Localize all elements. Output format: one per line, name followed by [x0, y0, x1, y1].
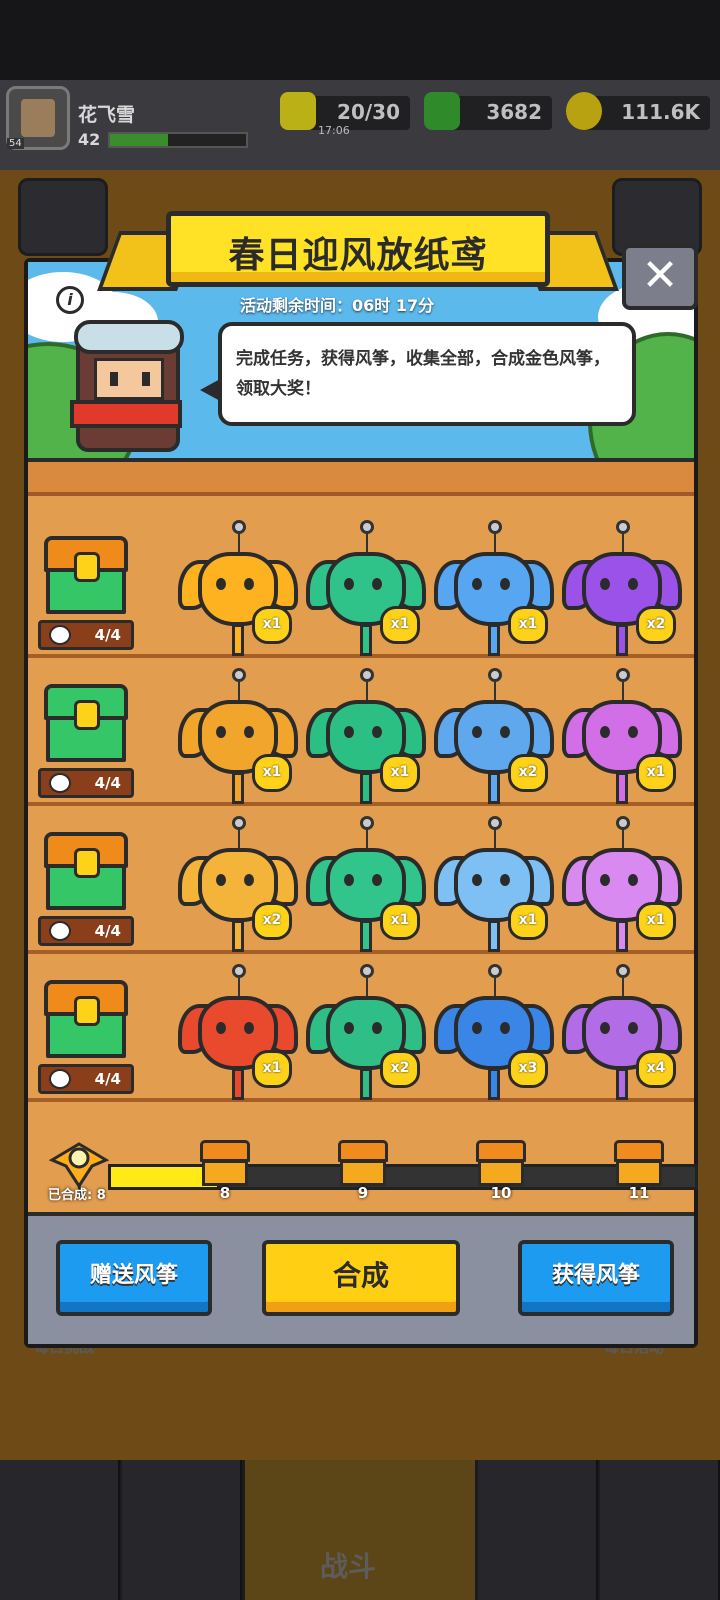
ladybug-kite[interactable]: x1	[306, 668, 426, 808]
kite-count-badge: x1	[508, 902, 548, 940]
reward-chest[interactable]	[44, 980, 128, 1064]
nav-shop[interactable]	[0, 1460, 120, 1600]
bird-kite[interactable]: x1	[178, 964, 298, 1104]
kite-count-badge: x1	[252, 606, 292, 644]
butterfly-kite[interactable]: x1	[434, 816, 554, 956]
ladybug-kite[interactable]: x1	[178, 668, 298, 808]
reward-chest[interactable]	[44, 536, 128, 620]
cat-kite[interactable]: x1	[434, 520, 554, 660]
kite-count-badge: x1	[380, 606, 420, 644]
lock-icon	[74, 996, 100, 1026]
ladybug-kite[interactable]: x2	[434, 668, 554, 808]
milestone-chest[interactable]: 8	[200, 1140, 250, 1202]
ladybug-kite-icon	[49, 773, 71, 793]
kite-row-cat: 4/4 x1 x1 x1 x2	[28, 510, 694, 658]
cat-kite[interactable]: x1	[178, 520, 298, 660]
kite-count-badge: x1	[252, 754, 292, 792]
milestone-number: 9	[357, 1184, 369, 1202]
kite-count-badge: x1	[636, 902, 676, 940]
butterfly-kite-icon	[49, 921, 71, 941]
lock-icon	[74, 552, 100, 582]
row-progress: 4/4	[38, 768, 134, 798]
kite-count-badge: x2	[636, 606, 676, 644]
kite-count-badge: x2	[252, 902, 292, 940]
energy-timer: 17:06	[318, 124, 350, 137]
merged-count: 已合成: 8	[48, 1188, 106, 1203]
cat-kite-icon	[49, 625, 71, 645]
obtain-kite-button[interactable]: 获得风筝	[518, 1240, 674, 1316]
butterfly-kite[interactable]: x1	[562, 816, 682, 956]
kite-count-badge: x2	[508, 754, 548, 792]
milestone-chest[interactable]: 11	[614, 1140, 664, 1202]
shelf	[28, 458, 694, 496]
green-gem-plus-icon	[424, 92, 460, 130]
bird-kite[interactable]: x4	[562, 964, 682, 1104]
nav-balls[interactable]	[478, 1460, 598, 1600]
kite-row-bird: 4/4 x1 x2 x3 x4	[28, 954, 694, 1102]
player-avatar[interactable]: 54	[6, 86, 70, 150]
kite-row-ladybug: 4/4 x1 x1 x2 x1	[28, 658, 694, 806]
cat-kite[interactable]: x1	[306, 520, 426, 660]
kite-row-butterfly: 4/4 x2 x1 x1 x1	[28, 806, 694, 954]
row-progress: 4/4	[38, 620, 134, 650]
cat-kite[interactable]: x2	[562, 520, 682, 660]
row-progress: 4/4	[38, 1064, 134, 1094]
gem-counter[interactable]: 3682	[424, 92, 552, 130]
lock-icon	[74, 848, 100, 878]
menu-button[interactable]	[18, 178, 108, 256]
milestone-chest[interactable]: 10	[476, 1140, 526, 1202]
milestone-number: 10	[490, 1184, 512, 1202]
gift-kite-button[interactable]: 赠送风筝	[56, 1240, 212, 1316]
ladybug-kite[interactable]: x1	[562, 668, 682, 808]
battle-label: 战斗	[320, 1550, 377, 1583]
merge-milestones: 已合成: 8 8 9 10 11	[28, 1140, 698, 1210]
kite-count-badge: x1	[636, 754, 676, 792]
reward-chest[interactable]	[44, 832, 128, 916]
bird-kite-icon	[49, 1069, 71, 1089]
close-icon: ✕	[641, 250, 679, 301]
lightning-plus-icon	[280, 92, 316, 130]
gold-counter[interactable]: 111.6K	[566, 92, 710, 130]
kite-count-badge: x1	[380, 754, 420, 792]
title-banner: 春日迎风放纸鸢	[97, 205, 619, 301]
avatar-badge-level: 54	[7, 138, 24, 149]
top-hud: 54 花飞雪 42 20/30 17:06 3682 111.6K	[0, 80, 720, 170]
nav-items[interactable]	[600, 1460, 720, 1600]
lock-icon	[74, 700, 100, 730]
description-bubble: 完成任务，获得风筝，收集全部，合成金色风筝，领取大奖！	[200, 322, 636, 426]
kite-count-badge: x1	[380, 902, 420, 940]
milestone-number: 11	[628, 1184, 650, 1202]
ninja-character	[64, 320, 186, 458]
event-title: 春日迎风放纸鸢	[228, 235, 488, 276]
kite-count-badge: x3	[508, 1050, 548, 1088]
player-level: 42	[78, 130, 101, 149]
kite-count-badge: x1	[252, 1050, 292, 1088]
bird-kite[interactable]: x3	[434, 964, 554, 1104]
player-name: 花飞雪	[78, 104, 136, 126]
milestone-chest[interactable]: 9	[338, 1140, 388, 1202]
butterfly-kite[interactable]: x2	[178, 816, 298, 956]
close-button[interactable]: ✕	[622, 244, 698, 310]
xp-bar	[108, 132, 248, 148]
row-progress: 4/4	[38, 916, 134, 946]
kite-count-badge: x4	[636, 1050, 676, 1088]
butterfly-kite[interactable]: x1	[306, 816, 426, 956]
kite-count-badge: x1	[508, 606, 548, 644]
reward-chest[interactable]	[44, 684, 128, 768]
bird-kite[interactable]: x2	[306, 964, 426, 1104]
status-area	[0, 0, 720, 80]
kite-count-badge: x2	[380, 1050, 420, 1088]
avatar-face	[21, 99, 55, 137]
energy-counter[interactable]: 20/30	[280, 92, 410, 130]
merge-button[interactable]: 合成	[262, 1240, 460, 1316]
info-icon[interactable]: i	[56, 286, 84, 314]
game-screen: 54 花飞雪 42 20/30 17:06 3682 111.6K 每日挑战 每…	[0, 0, 720, 1600]
nav-weapons[interactable]	[122, 1460, 242, 1600]
milestone-number: 8	[219, 1184, 231, 1202]
gold-coin-plus-icon	[566, 92, 602, 130]
